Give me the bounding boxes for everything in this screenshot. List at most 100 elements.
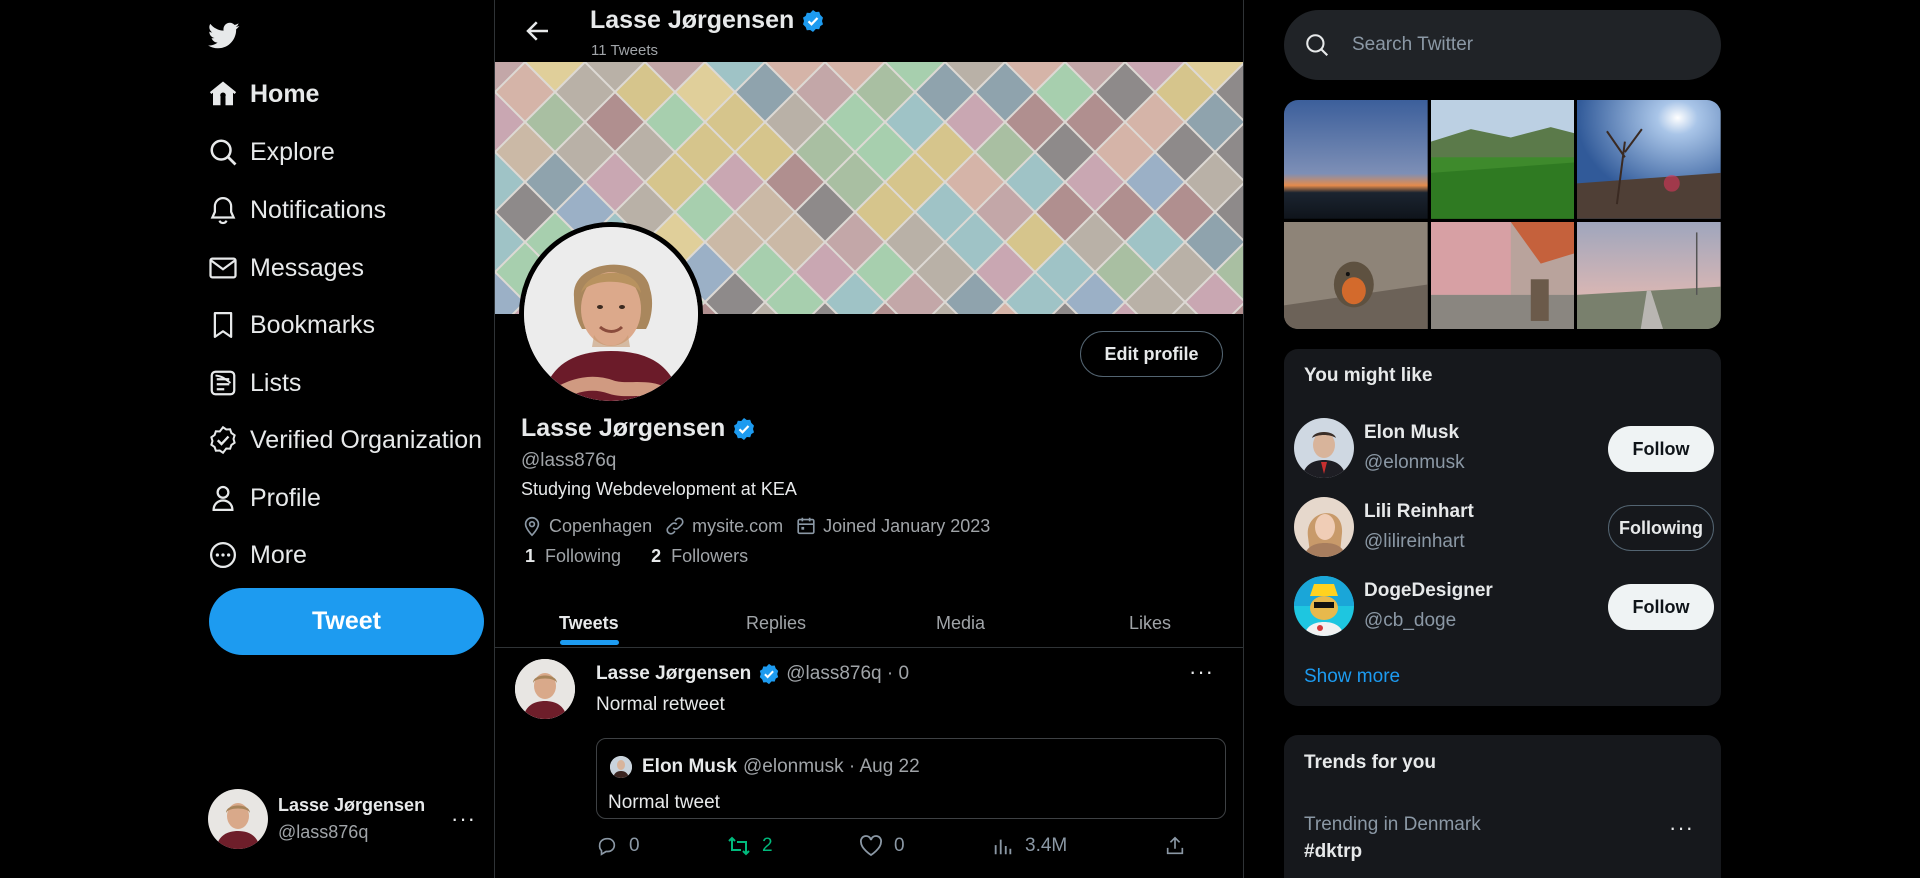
retweet-icon [728, 836, 750, 856]
followers-count: 2 [651, 546, 662, 566]
tweet-author-name[interactable]: Lasse Jørgensen [596, 663, 751, 685]
following-link[interactable]: 1 Following [525, 546, 621, 567]
sidebar-item-label: Notifications [250, 195, 387, 224]
quoted-text: Normal tweet [608, 792, 720, 813]
suggested-user[interactable]: Elon Musk @elonmusk Follow [1294, 418, 1714, 478]
profile-header-bar: Lasse Jørgensen 11 Tweets [495, 0, 1243, 62]
search-input[interactable] [1352, 34, 1682, 56]
trend-hashtag[interactable]: #dktrp [1304, 841, 1362, 863]
sidebar-item-more[interactable]: More [208, 533, 307, 577]
page-title-text: Lasse Jørgensen [590, 6, 795, 34]
profile-avatar[interactable] [519, 222, 703, 406]
profile-name-text: Lasse Jørgensen [521, 414, 726, 442]
follow-button[interactable]: Follow [1608, 584, 1714, 630]
twitter-logo-icon[interactable] [208, 22, 240, 52]
following-button[interactable]: Following [1608, 505, 1714, 551]
search-bar[interactable] [1284, 10, 1721, 80]
tweet-actions: 0 2 0 3.4M [596, 835, 1226, 865]
account-switcher[interactable]: Lasse Jørgensen @lass876q ··· [208, 789, 484, 849]
suggested-user-name: Elon Musk [1364, 422, 1460, 443]
tweet-header: Lasse Jørgensen @lass876q · 0 [596, 663, 909, 685]
avatar[interactable] [515, 659, 575, 719]
tab-likes[interactable]: Likes [1129, 598, 1171, 648]
gallery-photo-road[interactable] [1577, 221, 1721, 329]
who-to-follow-card: You might like Elon Musk @elonmusk Follo… [1284, 349, 1721, 706]
location-pin-icon [524, 516, 540, 537]
sidebar-item-profile[interactable]: Profile [208, 476, 321, 520]
profile-handle: @lass876q [521, 450, 617, 471]
page-title: Lasse Jørgensen [590, 6, 825, 35]
followers-link[interactable]: 2 Followers [651, 546, 748, 567]
gallery-photo-green-field[interactable] [1430, 100, 1575, 219]
back-arrow-icon[interactable] [523, 16, 553, 46]
suggested-user-handle: @elonmusk [1364, 452, 1465, 473]
more-dots-icon[interactable]: ··· [1189, 659, 1214, 685]
page-scrollbar[interactable] [1904, 0, 1920, 878]
heart-icon [860, 835, 882, 857]
account-name: Lasse Jørgensen [278, 795, 426, 815]
card-title: Trends for you [1304, 752, 1436, 773]
avatar [610, 756, 632, 778]
home-icon [208, 79, 238, 109]
sidebar-item-label: Verified Organization [250, 425, 483, 454]
suggested-user[interactable]: DogeDesigner @cb_doge Follow [1294, 576, 1714, 636]
profile-column: Lasse Jørgensen 11 Tweets Edit profile L… [494, 0, 1244, 878]
profile-joined: Joined January 2023 [795, 515, 990, 537]
sidebar-item-label: More [250, 540, 307, 569]
follow-button[interactable]: Follow [1608, 426, 1714, 472]
edit-profile-button[interactable]: Edit profile [1080, 331, 1223, 377]
followers-label: Followers [671, 546, 749, 566]
retweet-button[interactable]: 2 [727, 835, 773, 857]
search-icon [208, 137, 238, 167]
show-more-link[interactable]: Show more [1304, 666, 1400, 688]
sidebar-item-explore[interactable]: Explore [208, 130, 335, 174]
reply-button[interactable]: 0 [596, 835, 640, 857]
twitter-app: Home Explore Notifications Messages Book… [0, 0, 1920, 878]
views-button[interactable]: 3.4M [992, 835, 1067, 857]
gallery-photo-robin[interactable] [1284, 221, 1428, 329]
gallery-photo-sun-tree[interactable] [1577, 100, 1721, 219]
avatar [1294, 418, 1354, 478]
quoted-author-name: Elon Musk [642, 756, 738, 777]
envelope-icon [208, 253, 238, 283]
sidebar-item-verified-organization[interactable]: Verified Organization [208, 418, 482, 462]
gallery-photo-houses[interactable] [1430, 221, 1575, 329]
location-text: Copenhagen [549, 515, 653, 536]
gallery-photo-sunset[interactable] [1284, 100, 1428, 219]
tweet-button[interactable]: Tweet [209, 588, 484, 655]
sidebar-item-notifications[interactable]: Notifications [208, 188, 386, 232]
tweet-item[interactable]: Lasse Jørgensen @lass876q · 0 ··· Normal… [495, 649, 1243, 878]
more-dots-icon[interactable]: ··· [451, 806, 476, 832]
sidebar-item-label: Bookmarks [250, 310, 376, 339]
retweet-count: 2 [762, 835, 773, 856]
sidebar-item-bookmarks[interactable]: Bookmarks [208, 303, 375, 347]
suggested-user-name: DogeDesigner [1364, 580, 1493, 601]
analytics-icon [994, 839, 1012, 855]
sidebar-item-messages[interactable]: Messages [208, 246, 364, 290]
quoted-tweet[interactable]: Elon Musk @elonmusk · Aug 22 Normal twee… [596, 738, 1226, 819]
profile-meta: Copenhagen mysite.com Joined January 202… [521, 515, 1002, 537]
sidebar-item-home[interactable]: Home [208, 72, 319, 116]
tweet-count: 11 Tweets [591, 42, 658, 59]
sidebar-item-label: Profile [250, 483, 321, 512]
verified-badge-icon [801, 9, 825, 33]
calendar-icon [797, 517, 815, 535]
view-count: 3.4M [1025, 835, 1068, 856]
tab-replies[interactable]: Replies [746, 598, 806, 648]
following-count: 1 [525, 546, 536, 566]
more-dots-icon[interactable]: ··· [1669, 815, 1694, 841]
website-text: mysite.com [692, 515, 784, 536]
bookmark-icon [208, 310, 238, 340]
link-icon [666, 517, 684, 535]
suggested-user[interactable]: Lili Reinhart @lilireinhart Following [1294, 497, 1714, 557]
person-icon [208, 483, 238, 513]
suggested-user-handle: @lilireinhart [1364, 531, 1465, 552]
tab-media[interactable]: Media [936, 598, 985, 648]
like-button[interactable]: 0 [859, 835, 905, 857]
reply-icon [598, 837, 616, 856]
share-button[interactable] [1164, 835, 1197, 857]
profile-website[interactable]: mysite.com [664, 515, 783, 537]
quoted-meta: @elonmusk · Aug 22 [743, 756, 920, 777]
avatar [1294, 576, 1354, 636]
sidebar-item-lists[interactable]: Lists [208, 361, 301, 405]
